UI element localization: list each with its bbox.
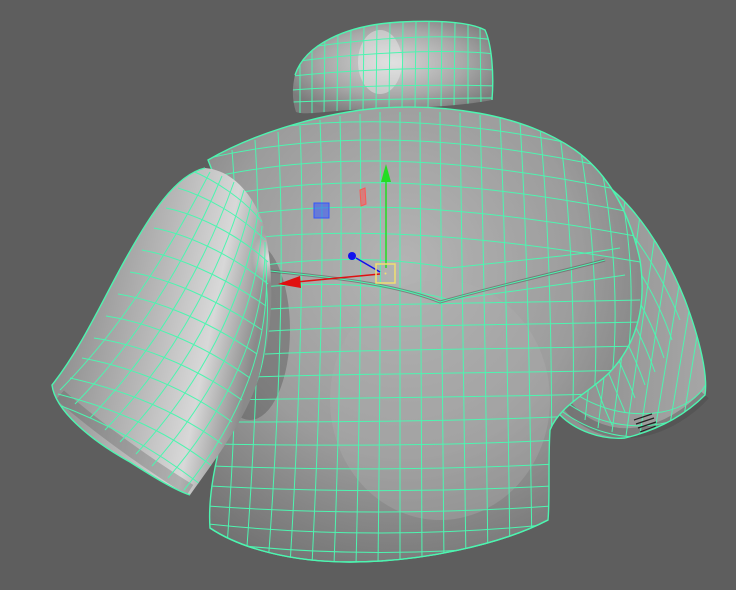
z-axis-cone-icon[interactable] xyxy=(348,252,356,260)
xy-plane-handle[interactable] xyxy=(313,202,330,219)
collar[interactable] xyxy=(292,20,495,118)
3d-viewport[interactable] xyxy=(0,0,736,590)
shirt-mesh[interactable] xyxy=(51,20,709,565)
pivot-point xyxy=(384,272,387,275)
viewport-canvas[interactable] xyxy=(0,0,736,590)
yz-plane-handle[interactable] xyxy=(359,187,367,207)
